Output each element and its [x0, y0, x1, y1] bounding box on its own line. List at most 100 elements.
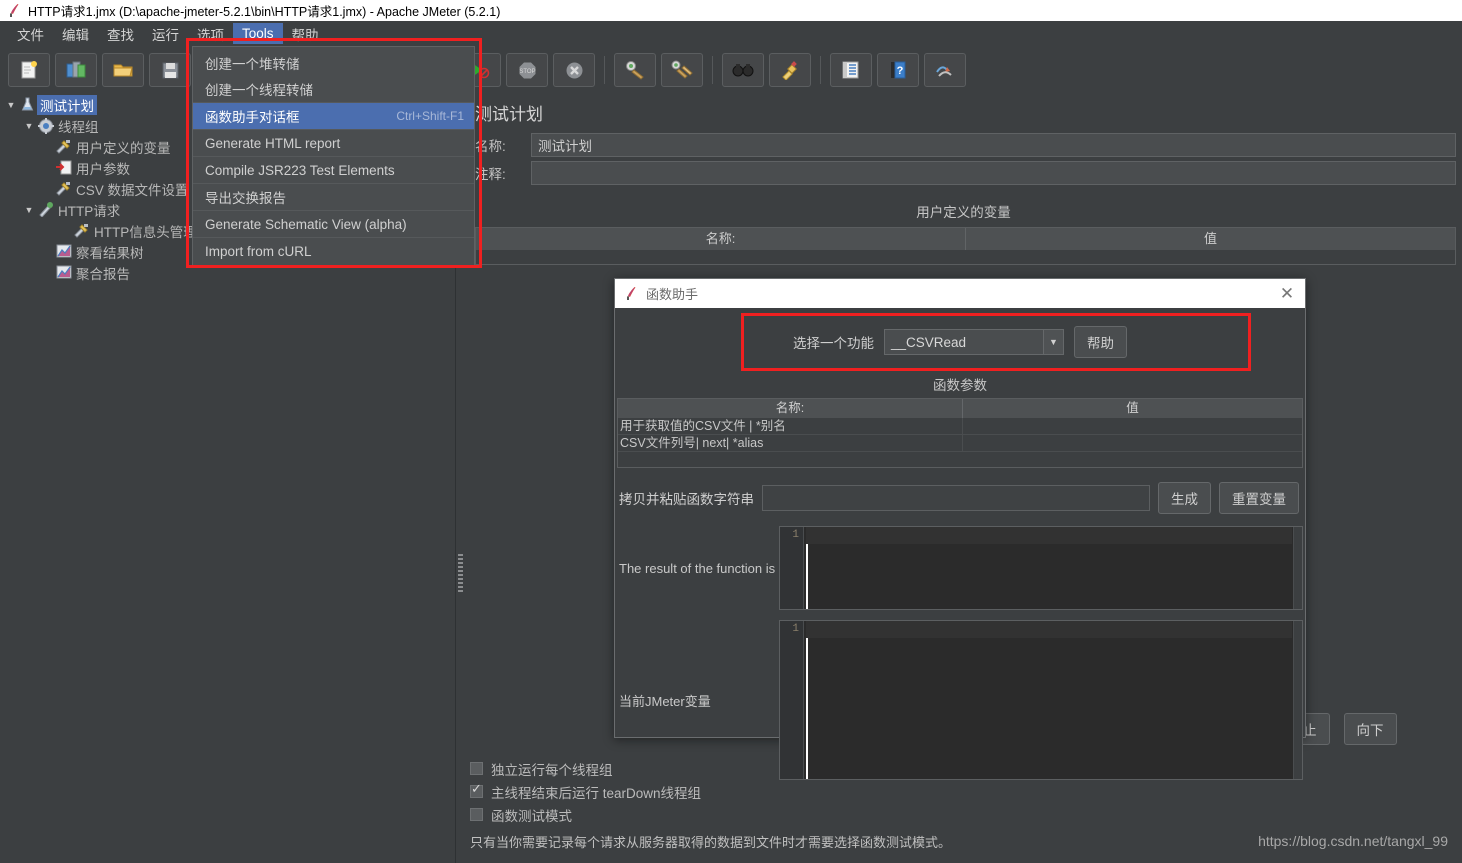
toolbar-open[interactable]	[102, 53, 144, 87]
toolbar-separator-3	[604, 56, 605, 84]
tree-label: 线程组	[58, 119, 99, 135]
button-move-down[interactable]: 向下	[1343, 713, 1397, 745]
result-label: The result of the function is	[619, 560, 776, 576]
name-label: 名称:	[475, 139, 506, 154]
column-header-value: 值	[1203, 231, 1217, 246]
menu-item-function-helper[interactable]: 函数助手对话框 Ctrl+Shift-F1	[193, 103, 474, 130]
menubar: 文件 编辑 查找 运行 选项 Tools 帮助	[0, 21, 1462, 46]
test-plan-icon	[18, 97, 37, 112]
tree-toggle-icon[interactable]: ▼	[4, 100, 18, 110]
tree-toggle-icon[interactable]: ▼	[22, 205, 36, 215]
copy-paste-row: 拷贝并粘贴函数字符串 生成 重置变量	[615, 468, 1305, 520]
menu-edit[interactable]: 编辑	[53, 21, 98, 47]
jmeter-variables-row: 当前JMeter变量 1	[615, 614, 1305, 784]
config-element-icon	[72, 223, 91, 238]
checkbox-functional-test-mode[interactable]: 函数测试模式	[470, 803, 1010, 826]
menu-options[interactable]: 选项	[188, 21, 233, 47]
toolbar-separator-4	[712, 56, 713, 84]
current-line-highlight	[806, 621, 1292, 638]
param-value-cell[interactable]	[963, 418, 1302, 434]
window-title-text: HTTP请求1.jmx (D:\apache-jmeter-5.2.1\bin\…	[28, 5, 501, 19]
menu-run[interactable]: 运行	[143, 21, 188, 47]
close-icon[interactable]: ✕	[1277, 284, 1297, 303]
tree-label: 察看结果树	[76, 245, 144, 261]
menu-item-generate-schematic-view[interactable]: Generate Schematic View (alpha)	[193, 211, 474, 238]
toolbar-clear-all[interactable]	[661, 53, 703, 87]
table-header-row: 名称: 值	[618, 399, 1302, 418]
menu-tools-label: Tools	[242, 26, 274, 41]
config-element-icon	[54, 181, 73, 196]
menu-item-import-from-curl[interactable]: Import from cURL	[193, 238, 474, 265]
tree-label: CSV 数据文件设置	[76, 182, 189, 198]
generate-button[interactable]: 生成	[1158, 482, 1211, 514]
toolbar-stop[interactable]: STOP	[506, 53, 548, 87]
jmeter-variables-content[interactable]	[808, 621, 1293, 779]
comment-input[interactable]	[531, 161, 1456, 185]
menu-item-export-transactions-report[interactable]: 导出交换报告	[193, 184, 474, 211]
toolbar-new[interactable]	[8, 53, 50, 87]
watermark-text: https://blog.csdn.net/tangxl_99	[1258, 833, 1448, 849]
functional-test-mode-note: 只有当你需要记录每个请求从服务器取得的数据到文件时才需要选择函数测试模式。	[470, 835, 952, 850]
window-titlebar: HTTP请求1.jmx (D:\apache-jmeter-5.2.1\bin\…	[0, 0, 1462, 21]
menu-item-thread-dump[interactable]: 创建一个线程转储	[193, 76, 474, 103]
jmeter-window: HTTP请求1.jmx (D:\apache-jmeter-5.2.1\bin\…	[0, 0, 1462, 863]
toolbar-save[interactable]	[149, 53, 191, 87]
function-string-input[interactable]	[762, 485, 1150, 511]
menu-item-label: Generate HTML report	[205, 135, 341, 151]
checkbox-label: 函数测试模式	[491, 808, 572, 824]
tree-label: 用户参数	[76, 161, 130, 177]
config-element-icon	[54, 139, 73, 154]
name-input[interactable]	[531, 133, 1456, 157]
tools-dropdown-menu: 创建一个堆转储 创建一个线程转储 函数助手对话框 Ctrl+Shift-F1 G…	[192, 46, 475, 268]
result-row: The result of the function is 1	[615, 520, 1305, 614]
selected-function-value: __CSVRead	[891, 334, 967, 350]
checkbox-box[interactable]	[470, 762, 483, 775]
toolbar-search[interactable]	[722, 53, 764, 87]
checkbox-box[interactable]	[470, 808, 483, 821]
table-row[interactable]: 用于获取值的CSV文件 | *别名	[618, 418, 1302, 435]
checkbox-box[interactable]	[470, 782, 483, 798]
menu-item-compile-jsr223[interactable]: Compile JSR223 Test Elements	[193, 157, 474, 184]
menu-item-label: Import from cURL	[205, 244, 312, 259]
menu-tools[interactable]: Tools	[233, 23, 283, 44]
jmeter-feather-icon	[625, 286, 638, 301]
tree-label: HTTP请求	[58, 203, 121, 219]
tree-toggle-icon[interactable]: ▼	[22, 121, 36, 131]
chevron-down-icon[interactable]: ▼	[1043, 330, 1063, 354]
toolbar-reset-search[interactable]	[769, 53, 811, 87]
menu-search[interactable]: 查找	[98, 21, 143, 47]
dialog-title-text: 函数助手	[646, 287, 699, 302]
checkbox-label: 独立运行每个线程组	[491, 762, 613, 778]
menu-item-label: 创建一个线程转储	[205, 83, 313, 98]
listener-icon	[54, 265, 73, 280]
param-name-cell: CSV文件列号| next| *alias	[618, 435, 963, 451]
splitter-grip[interactable]	[458, 554, 463, 592]
current-line-highlight	[806, 527, 1292, 544]
help-button[interactable]: 帮助	[1074, 326, 1127, 358]
menu-item-heap-dump[interactable]: 创建一个堆转储	[193, 49, 474, 76]
result-textarea[interactable]: 1	[779, 526, 1303, 610]
table-body	[476, 250, 1455, 264]
toolbar-shutdown[interactable]	[553, 53, 595, 87]
function-helper-dialog: 函数助手 ✕ 选择一个功能 __CSVRead ▼ 帮助 函数参数 名称: 值 …	[614, 278, 1306, 780]
menu-help[interactable]: 帮助	[283, 21, 328, 47]
svg-text:STOP: STOP	[519, 69, 535, 75]
menu-item-generate-html-report[interactable]: Generate HTML report	[193, 130, 474, 157]
table-empty-space	[618, 452, 1302, 467]
vertical-scrollbar[interactable]	[1293, 621, 1302, 779]
reset-variables-button[interactable]: 重置变量	[1219, 482, 1299, 514]
dialog-body: 选择一个功能 __CSVRead ▼ 帮助 函数参数 名称: 值 用于获取值的C…	[615, 308, 1305, 784]
menu-file[interactable]: 文件	[8, 21, 53, 47]
jmeter-variables-textarea[interactable]: 1	[779, 620, 1303, 780]
column-header-name: 名称:	[618, 399, 963, 418]
toolbar-templates[interactable]	[55, 53, 97, 87]
copy-paste-label: 拷贝并粘贴函数字符串	[619, 492, 754, 507]
function-select-dropdown[interactable]: __CSVRead ▼	[884, 329, 1064, 355]
vertical-scrollbar[interactable]	[1293, 527, 1302, 609]
toolbar-extra[interactable]	[924, 53, 966, 87]
toolbar-help[interactable]: ?	[877, 53, 919, 87]
toolbar-function-helper[interactable]	[830, 53, 872, 87]
toolbar-clear[interactable]	[614, 53, 656, 87]
table-row[interactable]: CSV文件列号| next| *alias	[618, 435, 1302, 452]
param-value-cell[interactable]	[963, 435, 1302, 451]
